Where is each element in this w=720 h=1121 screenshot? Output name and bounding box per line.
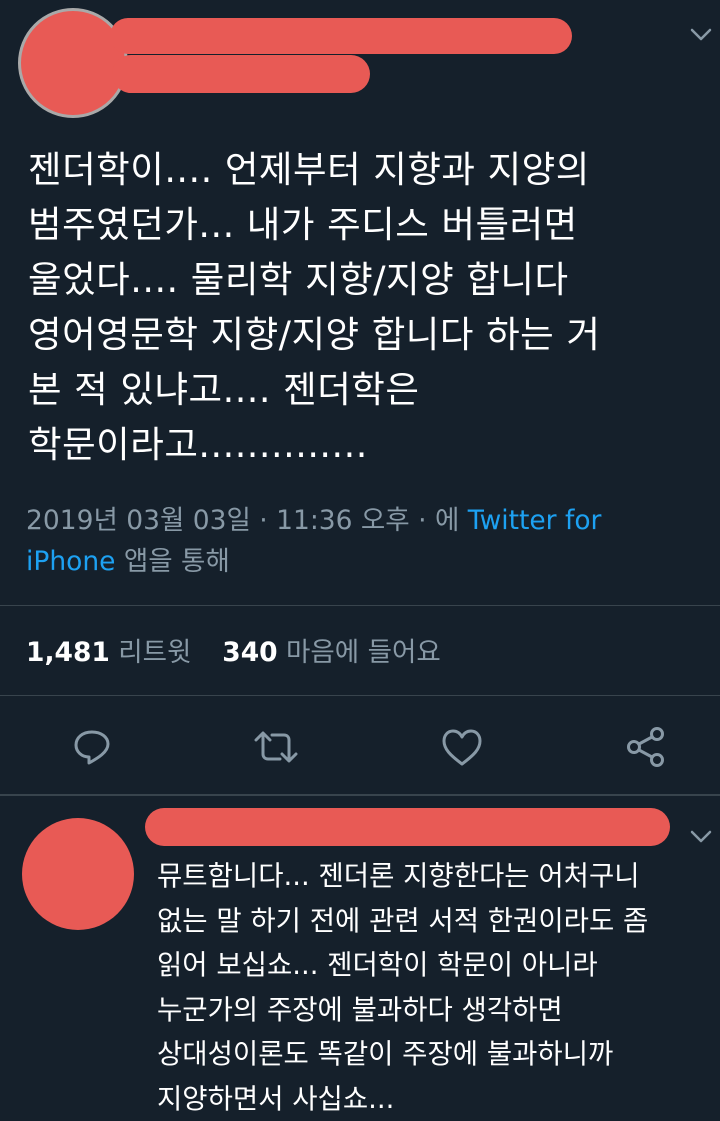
reply-text-line: 뮤트함니다... 젠더론 지향한다는 어처구니 bbox=[157, 854, 717, 899]
redacted-author-name bbox=[110, 18, 572, 54]
heart-icon[interactable] bbox=[440, 728, 484, 768]
reply-text-line: 읽어 보십쇼... 젠더학이 학문이 아니라 bbox=[157, 943, 717, 988]
tweet-stats: 1,481 리트윗 340 마음에 들어요 bbox=[26, 630, 441, 669]
like-count: 340 bbox=[222, 637, 277, 668]
retweet-count: 1,481 bbox=[26, 637, 110, 668]
reply-text-line: 지양하면서 사십쇼... bbox=[157, 1077, 717, 1121]
divider bbox=[0, 794, 720, 796]
reply-icon[interactable] bbox=[72, 727, 112, 767]
chevron-down-icon[interactable] bbox=[690, 830, 712, 844]
reply-text-line: 없는 말 하기 전에 관련 서적 한권이라도 좀 bbox=[157, 899, 717, 944]
reply-text: 뮤트함니다... 젠더론 지향한다는 어처구니 없는 말 하기 전에 관련 서적… bbox=[157, 854, 717, 1121]
tweet-text-line: 젠더학이.... 언제부터 지향과 지양의 bbox=[28, 142, 708, 197]
like-stat[interactable]: 340 마음에 들어요 bbox=[222, 637, 440, 668]
tweet-text-line: 본 적 있냐고.... 젠더학은 bbox=[28, 362, 708, 417]
tweet-text-line: 울었다.... 물리학 지향/지양 합니다 bbox=[28, 252, 708, 307]
tweet-timestamp: 2019년 03월 03일 · 11:36 오후 · 에 bbox=[26, 505, 468, 536]
reply-text-line: 상대성이론도 똑같이 주장에 불과하니까 bbox=[157, 1032, 717, 1077]
reply-author-avatar[interactable] bbox=[22, 818, 134, 930]
retweet-stat[interactable]: 1,481 리트윗 bbox=[26, 637, 200, 668]
divider bbox=[0, 605, 720, 606]
tweet-text: 젠더학이.... 언제부터 지향과 지양의 범주였던가... 내가 주디스 버틀… bbox=[28, 142, 708, 472]
tweet-text-line: 범주였던가... 내가 주디스 버틀러면 bbox=[28, 197, 708, 252]
share-icon[interactable] bbox=[624, 725, 668, 769]
tweet-metadata: 2019년 03월 03일 · 11:36 오후 · 에 Twitter for… bbox=[26, 500, 686, 582]
retweet-label: 리트윗 bbox=[118, 637, 191, 668]
tweet-text-line: 영어영문학 지향/지양 합니다 하는 거 bbox=[28, 307, 708, 362]
redacted-author-handle bbox=[112, 55, 370, 93]
like-label: 마음에 들어요 bbox=[286, 637, 441, 668]
retweet-icon[interactable] bbox=[252, 728, 300, 766]
tweet-source-suffix: 앱을 통해 bbox=[115, 546, 229, 577]
redacted-reply-author bbox=[145, 808, 670, 846]
divider bbox=[0, 695, 720, 696]
tweet-author-avatar[interactable] bbox=[18, 8, 128, 118]
tweet-text-line: 학문이라고.............. bbox=[28, 417, 708, 472]
reply-text-line: 누군가의 주장에 불과하다 생각하면 bbox=[157, 988, 717, 1033]
chevron-down-icon[interactable] bbox=[690, 28, 712, 42]
